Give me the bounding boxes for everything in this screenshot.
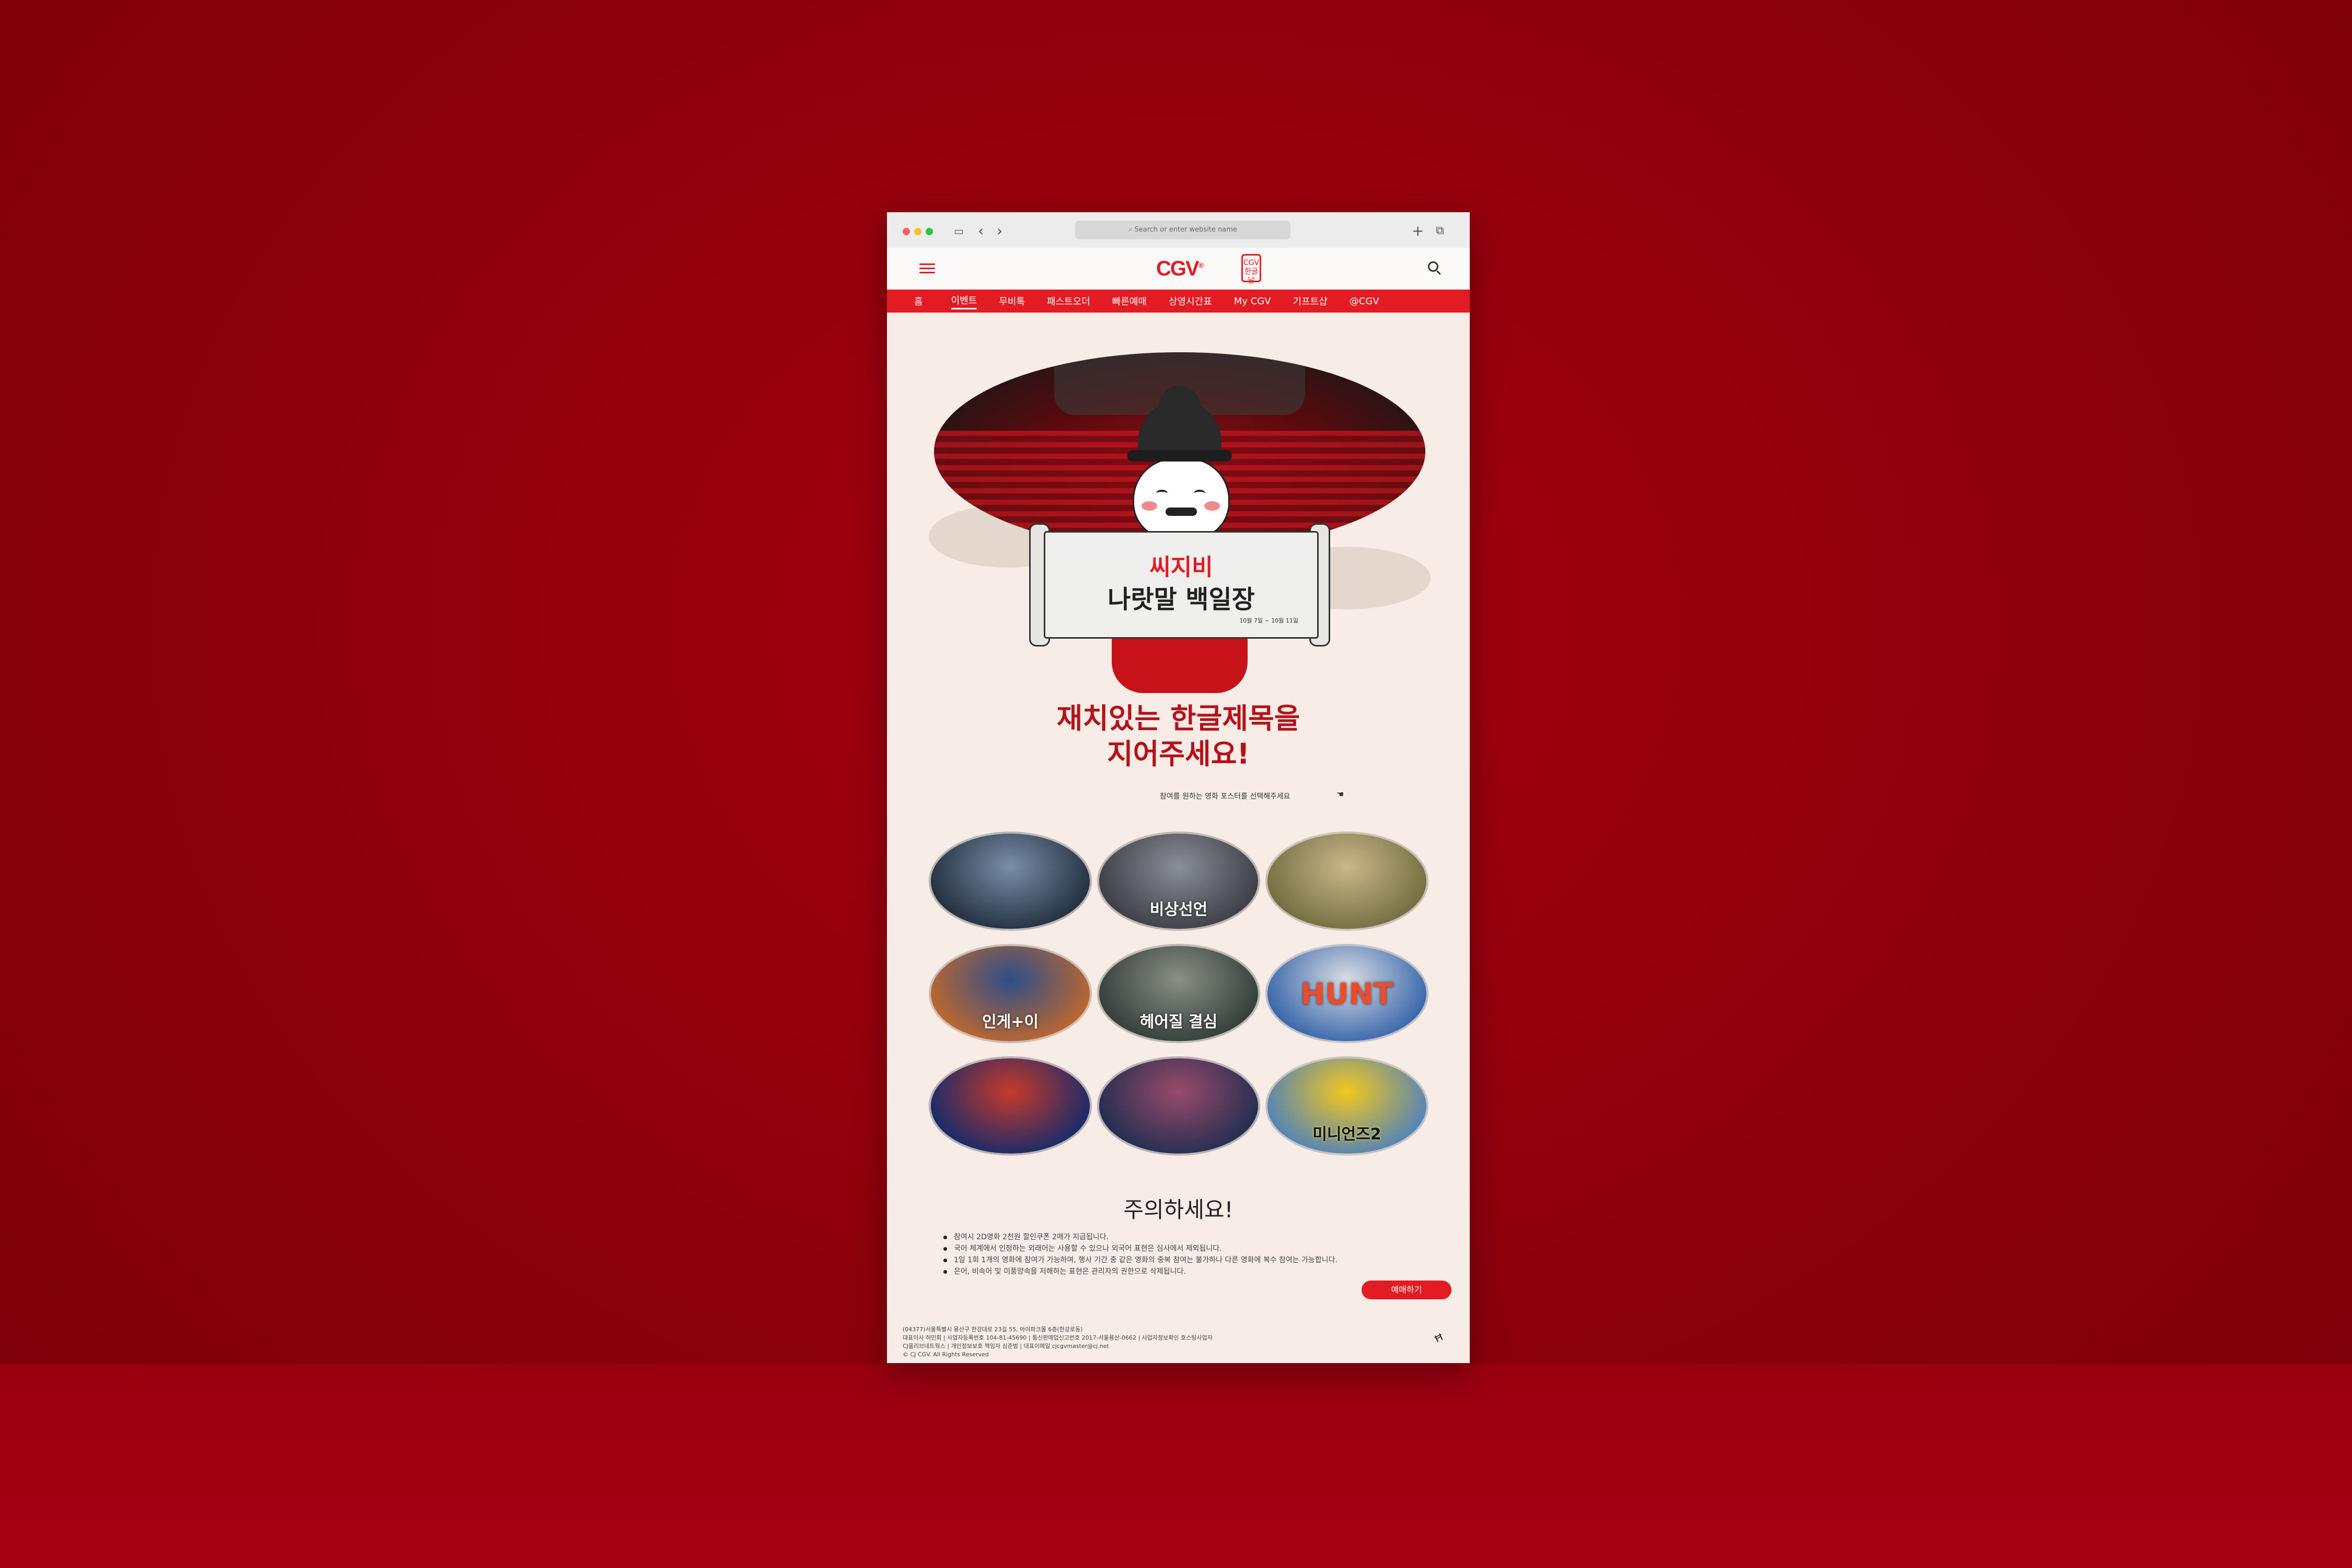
nav-item-quick-booking[interactable]: 빠른예매 bbox=[1112, 294, 1147, 308]
browser-window: ▭ ‹ › ⌕ Search or enter website name + ⧉… bbox=[887, 212, 1470, 1363]
address-bar[interactable]: ⌕ Search or enter website name bbox=[1075, 221, 1290, 239]
book-button[interactable]: 예매하기 bbox=[1362, 1281, 1451, 1299]
nav-item-fastorder[interactable]: 패스트오더 bbox=[1047, 294, 1090, 308]
nav-item-at-cgv[interactable]: @CGV bbox=[1350, 296, 1379, 307]
character-robe-skirt bbox=[1112, 630, 1248, 693]
back-icon[interactable]: ‹ bbox=[978, 223, 984, 239]
notice-item: 1일 1회 1개의 영화에 참여가 가능하며, 행사 기간 중 같은 영화의 중… bbox=[943, 1254, 1338, 1266]
notice-title: 주의하세요! bbox=[1123, 1197, 1233, 1223]
movie-poster[interactable] bbox=[1097, 1056, 1260, 1156]
banner-title-red: 씨지비 bbox=[1149, 554, 1213, 581]
notice-item: 참여시 2D영화 2천원 할인쿠폰 2매가 지급됩니다. bbox=[943, 1231, 1338, 1243]
event-title-scroll: 씨지비 나랏말 백일장 10월 7일 ~ 10월 11일 bbox=[1044, 531, 1319, 639]
tabs-overview-icon[interactable]: ⧉ bbox=[1436, 223, 1444, 239]
banner-title: 나랏말 백일장 bbox=[1108, 585, 1255, 614]
movie-poster[interactable]: 비상선언 bbox=[1097, 832, 1260, 931]
footer-contact: CJ올리브네트웍스 | 개인정보보호 책임자 심준범 | 대표이메일 cjcgv… bbox=[903, 1343, 1109, 1350]
hangul-day-badge: CGV 한글날 bbox=[1241, 254, 1261, 285]
nav-item-event[interactable]: 이벤트 bbox=[951, 293, 977, 309]
movie-poster[interactable] bbox=[929, 1056, 1092, 1156]
movie-poster[interactable]: HUNT bbox=[1265, 944, 1428, 1043]
nav-item-giftshop[interactable]: 기프트샵 bbox=[1293, 294, 1328, 308]
event-dates: 10월 7일 ~ 10월 11일 bbox=[1239, 617, 1298, 624]
movie-poster[interactable]: 미니언즈2 bbox=[1265, 1056, 1428, 1156]
cgv-logo[interactable]: CGV® bbox=[1156, 257, 1204, 281]
signature-mark-icon: ꟸ bbox=[1431, 1329, 1449, 1352]
movie-poster[interactable]: 인게+이 bbox=[929, 944, 1092, 1043]
hamburger-icon[interactable] bbox=[919, 263, 935, 274]
site-footer: (04377)서울특별시 용산구 한강대로 23길 55, 아이파크몰 6층(한… bbox=[903, 1325, 1213, 1359]
notice-item: 국어 체계에서 인정하는 외래어는 사용할 수 있으나 외국어 표현은 심사에서… bbox=[943, 1243, 1338, 1254]
main-nav: 홈 이벤트 무비톡 패스트오더 빠른예매 상영시간표 My CGV 기프트샵 @… bbox=[887, 290, 1470, 313]
pointing-hand-icon: ☚ bbox=[1336, 789, 1344, 799]
minimize-window-button[interactable] bbox=[914, 228, 921, 235]
address-placeholder: Search or enter website name bbox=[1134, 226, 1237, 234]
browser-toolbar: ▭ ‹ › ⌕ Search or enter website name + ⧉ bbox=[887, 212, 1470, 248]
sidebar-icon[interactable]: ▭ bbox=[954, 223, 964, 239]
notice-item: 은어, 비속어 및 미풍양속을 저해하는 표현은 관리자의 권한으로 삭제됩니다… bbox=[943, 1266, 1338, 1277]
new-tab-icon[interactable]: + bbox=[1412, 223, 1424, 239]
nav-item-showtimes[interactable]: 상영시간표 bbox=[1169, 294, 1212, 308]
movie-poster[interactable] bbox=[1265, 832, 1428, 931]
zoom-window-button[interactable] bbox=[926, 228, 933, 235]
forward-icon[interactable]: › bbox=[997, 223, 1002, 239]
close-window-button[interactable] bbox=[903, 228, 910, 235]
nav-home-icon[interactable]: 홈 bbox=[914, 294, 923, 308]
movie-poster[interactable]: 헤어질 결심 bbox=[1097, 944, 1260, 1043]
instruction-text: 참여를 원하는 영화 포스터를 선택해주세요 bbox=[1160, 792, 1290, 801]
search-icon[interactable] bbox=[1428, 261, 1438, 272]
footer-address: (04377)서울특별시 용산구 한강대로 23길 55, 아이파크몰 6층(한… bbox=[903, 1326, 1083, 1333]
headline: 재치있는 한글제목을 지어주세요! bbox=[1056, 702, 1300, 770]
footer-copyright: © CJ CGV. All Rights Reserved bbox=[903, 1351, 989, 1358]
character-face bbox=[1133, 458, 1230, 539]
movie-poster[interactable] bbox=[929, 832, 1092, 931]
backdrop-floor bbox=[0, 1364, 2352, 1568]
nav-item-movietalk[interactable]: 무비톡 bbox=[999, 294, 1025, 308]
character-hat-brim bbox=[1127, 450, 1232, 462]
footer-company-info: 대표이사 허민회 | 사업자등록번호 104-81-45690 | 통신판매업신… bbox=[903, 1334, 1213, 1341]
site-header: CGV® CGV 한글날 bbox=[887, 248, 1470, 290]
nav-item-my-cgv[interactable]: My CGV bbox=[1234, 296, 1271, 307]
search-icon: ⌕ bbox=[1128, 226, 1135, 234]
notice-list: 참여시 2D영화 2천원 할인쿠폰 2매가 지급됩니다. 국어 체계에서 인정하… bbox=[943, 1231, 1338, 1277]
